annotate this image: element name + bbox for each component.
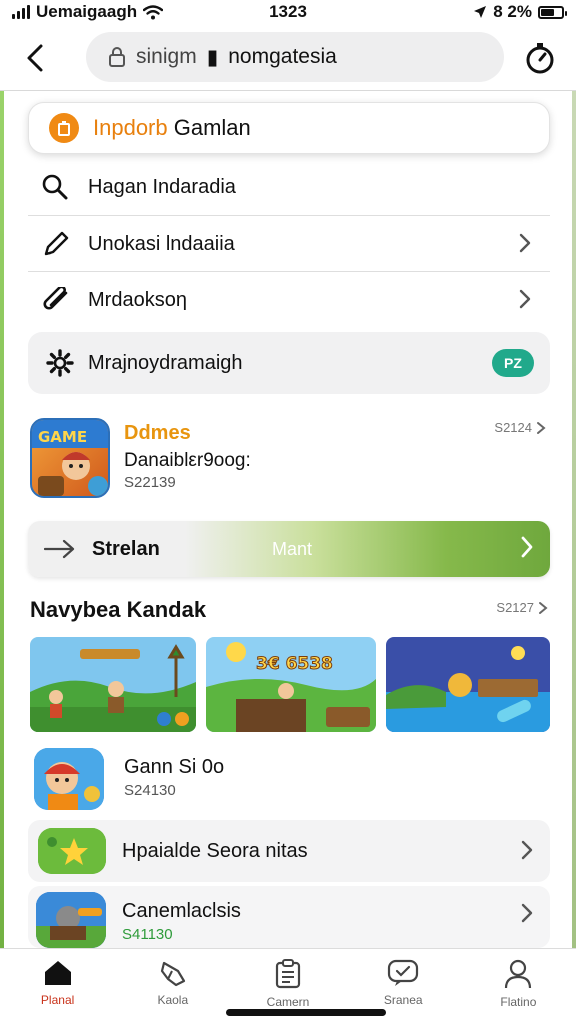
- location-icon: [474, 6, 487, 18]
- card-title: Hpaialde Seora nitas: [122, 840, 308, 862]
- menu-item-label: Unokasi lndaaiia: [88, 232, 235, 255]
- section-meta-text: S2127: [496, 600, 534, 615]
- featured-game-item[interactable]: GAME Ddmes Danaiblεr9oog: S22139 S2124: [28, 414, 550, 504]
- arrow-right-icon: [44, 539, 75, 559]
- search-icon: [42, 174, 68, 200]
- menu-item-edit[interactable]: Unokasi lndaaiia: [28, 216, 550, 272]
- svg-text:3€ 6538: 3€ 6538: [256, 654, 333, 674]
- svg-text:GAME: GAME: [38, 428, 87, 446]
- settings-label: Mrajnoydramaigh: [88, 351, 243, 374]
- chevron-right-icon: [537, 421, 546, 434]
- chevron-right-icon: [519, 289, 531, 309]
- url-host: sinigm: [136, 45, 197, 68]
- check-chat-icon: [388, 959, 419, 986]
- url-separator: ▮: [206, 45, 219, 69]
- chevron-left-icon: [27, 44, 43, 72]
- game-meta-text: S2124: [494, 420, 532, 435]
- banner-cta: Mant: [272, 538, 313, 559]
- left-edge-decoration: [0, 90, 4, 1024]
- tab-label: Planal: [40, 993, 75, 1007]
- home-icon: [44, 961, 71, 985]
- chevron-right-icon: [519, 233, 531, 253]
- promo-banner[interactable]: Strelan Mant: [28, 521, 550, 577]
- address-bar[interactable]: sinigm ▮ nomgatesia: [86, 32, 504, 82]
- card-thumbnail: [38, 828, 106, 874]
- status-bar: Uemaigaagh 1323 8 2%: [0, 0, 576, 26]
- menu-item-label: Mrdaoksoη: [88, 288, 187, 311]
- game-price: S41130: [122, 926, 173, 943]
- section-title: Navybea Kandak: [30, 597, 207, 622]
- game-title: Gann Si 0o: [124, 756, 225, 778]
- game-screenshot[interactable]: 3€ 6538: [206, 637, 376, 732]
- game-thumbnail: [36, 892, 106, 948]
- game-meta: S2124: [494, 420, 546, 435]
- status-badge: PZ: [492, 349, 534, 377]
- chevron-right-icon: [521, 840, 533, 860]
- person-icon: [505, 959, 532, 989]
- search-text: Gamlan: [173, 115, 251, 140]
- stopwatch-icon: [526, 43, 554, 74]
- lock-icon: [109, 47, 125, 67]
- game-title: Canemlaclsis: [122, 900, 241, 922]
- game-subtitle: Danaiblεr9oog:: [124, 450, 251, 471]
- attachment-icon: [43, 287, 68, 310]
- chevron-right-icon: [521, 536, 533, 558]
- right-edge-decoration: [572, 90, 576, 1024]
- info-card[interactable]: Hpaialde Seora nitas: [28, 820, 550, 882]
- clipboard-icon: [275, 959, 301, 989]
- tab-label: Flatino: [500, 995, 537, 1009]
- menu-item-label: Hagan Indaradia: [88, 175, 236, 198]
- tab-label: Kaola: [157, 993, 189, 1007]
- game-price: S24130: [124, 782, 176, 799]
- stopwatch-button[interactable]: [518, 36, 562, 80]
- banner-label: Strelan: [92, 537, 160, 560]
- game-list-item[interactable]: Gann Si 0o S24130: [28, 748, 550, 812]
- game-thumbnail: [34, 748, 104, 810]
- game-screenshot[interactable]: [386, 637, 550, 732]
- game-price: S22139: [124, 474, 176, 491]
- tab-label: Camern: [266, 995, 310, 1009]
- shoe-icon: [160, 961, 185, 987]
- address-bar-row: sinigm ▮ nomgatesia: [0, 30, 576, 86]
- game-title: Ddmes: [124, 422, 191, 444]
- settings-row[interactable]: Mrajnoydramaigh PZ: [28, 332, 550, 394]
- game-thumbnail: GAME: [30, 418, 110, 498]
- game-screenshot[interactable]: [30, 637, 196, 732]
- home-indicator: [226, 1009, 386, 1016]
- url-path: nomgatesia: [228, 45, 337, 68]
- tab-label: Sranea: [383, 993, 423, 1007]
- menu-item-attachments[interactable]: Mrdaoksoη: [28, 272, 550, 328]
- menu-item-search[interactable]: Hagan Indaradia: [28, 159, 550, 215]
- search-accent-text: Inpdorb: [93, 115, 168, 140]
- header-divider: [0, 90, 576, 91]
- tab-kaola[interactable]: Kaola: [115, 949, 230, 1024]
- battery-icon: [538, 5, 567, 19]
- back-button[interactable]: [18, 38, 52, 78]
- app-badge-icon: [49, 113, 79, 143]
- gear-icon: [46, 349, 74, 377]
- section-see-all[interactable]: S2127: [496, 600, 548, 615]
- battery-percent: 8 2%: [493, 2, 532, 21]
- tab-profile[interactable]: Flatino: [461, 949, 576, 1024]
- chevron-right-icon: [539, 601, 548, 614]
- tab-home[interactable]: Planal: [0, 949, 115, 1024]
- game-list-item[interactable]: Canemlaclsis S41130: [28, 886, 550, 948]
- search-field[interactable]: Inpdorb Gamlan: [28, 102, 550, 154]
- chevron-right-icon: [521, 903, 533, 923]
- pencil-icon: [44, 231, 69, 256]
- status-right: 8 2%: [473, 2, 567, 22]
